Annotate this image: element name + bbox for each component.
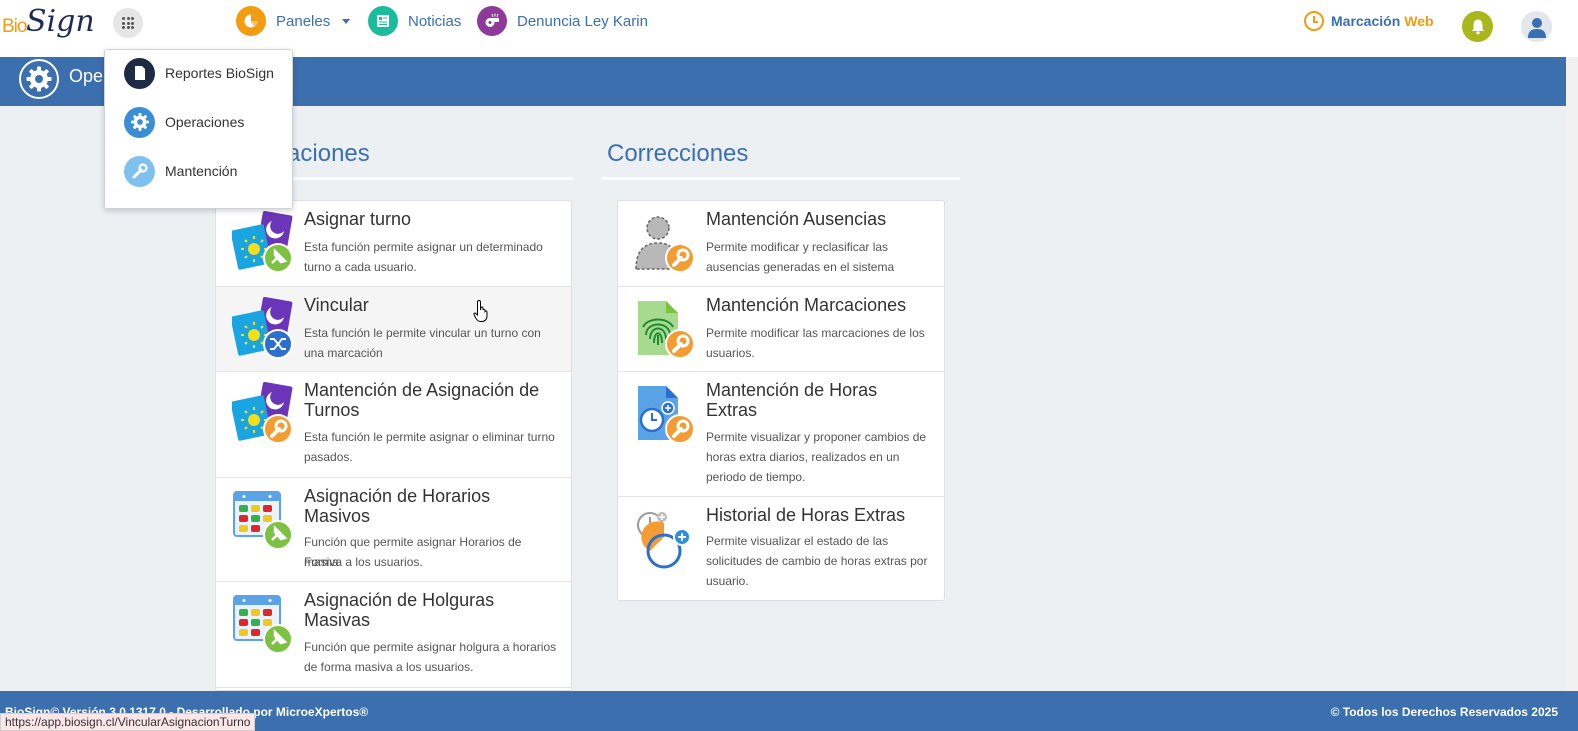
- shift-wrench-icon: [232, 382, 293, 444]
- item-desc: masiva a los usuarios.: [304, 555, 423, 569]
- nav-denuncia-label: Denuncia Ley Karin: [517, 12, 648, 30]
- item-desc: turno a cada usuario.: [304, 260, 417, 274]
- menu-item-mantencion-ausencias[interactable]: Mantención Ausencias Permite modificar y…: [618, 201, 944, 287]
- item-title: Mantención de Horas: [706, 380, 878, 400]
- biosign-logo[interactable]: Bio Sign: [2, 4, 98, 44]
- correcciones-card: Mantención Ausencias Permite modificar y…: [617, 200, 945, 601]
- menu-item-asignacion-horarios-masivos[interactable]: Asignación de Horarios Masivos Función q…: [216, 478, 571, 582]
- absent-user-wrench-icon: [635, 216, 695, 273]
- menu-item-label: Reportes BioSign: [165, 65, 274, 81]
- user-avatar-icon: [1527, 17, 1546, 38]
- item-title-cont: Turnos: [304, 400, 360, 420]
- wrench-icon: [124, 155, 155, 187]
- menu-item-label: Mantención: [165, 163, 238, 179]
- gear-icon: [19, 59, 59, 99]
- bell-icon: [1471, 19, 1484, 35]
- item-desc: pasados.: [304, 450, 353, 464]
- item-desc: Permite modificar las marcaciones de los: [706, 326, 925, 340]
- menu-item-asignacion-holguras-masivas[interactable]: Asignación de Holguras Masivas Función q…: [216, 582, 571, 688]
- item-desc: usuario.: [706, 574, 749, 588]
- nav-paneles[interactable]: Paneles: [236, 6, 351, 36]
- item-title-cont: Masivos: [304, 506, 371, 526]
- footer-copyright: © Todos los Derechos Reservados 2025: [1330, 705, 1558, 719]
- item-desc: Función que permite asignar holgura a ho…: [304, 640, 557, 654]
- menu-item-mantencion-horas-extras[interactable]: Mantención de Horas Extras Permite visua…: [618, 372, 944, 497]
- web-label: Web: [1404, 13, 1434, 29]
- menu-item-mantencion[interactable]: Mantención: [124, 155, 237, 187]
- clock-icon: [1304, 11, 1324, 31]
- item-title: Historial de Horas Extras: [706, 505, 906, 525]
- item-desc: Permite modificar y reclasificar las: [706, 240, 889, 254]
- item-desc: periodo de tiempo.: [706, 470, 806, 484]
- item-desc: Esta función permite asignar un determin…: [304, 240, 543, 254]
- item-title-cont: Masivas: [304, 610, 371, 630]
- menu-item-operaciones[interactable]: Operaciones: [124, 106, 244, 138]
- chevron-down-icon: [342, 18, 351, 24]
- newspaper-icon: [368, 6, 398, 36]
- menu-item-label: Operaciones: [165, 114, 245, 130]
- fingerprint-wrench-icon: [638, 301, 695, 359]
- menu-item-reportes-biosign[interactable]: Reportes BioSign: [124, 57, 274, 89]
- status-bar-url: https://app.biosign.cl/VincularAsignacio…: [0, 713, 256, 731]
- whistle-icon: [477, 6, 507, 36]
- calendar-pin-icon: [233, 491, 293, 550]
- hand-cursor-icon: [473, 299, 488, 322]
- item-title: Asignación de Holguras: [304, 590, 495, 610]
- item-desc: una marcación: [304, 346, 383, 360]
- user-menu-button[interactable]: [1521, 11, 1552, 42]
- asignaciones-card: Asignar turno Esta función permite asign…: [215, 200, 572, 691]
- item-title: Mantención Ausencias: [706, 209, 887, 229]
- item-title: Vincular: [304, 295, 369, 315]
- shift-link-icon: [232, 297, 293, 359]
- item-desc: usuarios.: [706, 346, 755, 360]
- item-desc: Esta función le permite asignar o elimin…: [304, 430, 555, 444]
- menu-item-historial-horas-extras[interactable]: Historial de Horas Extras Permite visual…: [618, 497, 944, 600]
- section-divider: [602, 177, 960, 180]
- apps-menu-button[interactable]: [113, 8, 143, 38]
- gear-icon: [124, 106, 155, 138]
- item-title: Mantención de Asignación de: [304, 380, 540, 400]
- nav-noticias-label: Noticias: [408, 12, 462, 30]
- document-icon: [124, 57, 155, 89]
- pie-chart-icon: [236, 6, 266, 36]
- section-title-correcciones: Correcciones: [607, 140, 749, 167]
- item-desc: Esta función le permite vincular un turn…: [304, 326, 541, 340]
- item-title: Asignación de Horarios: [304, 486, 491, 506]
- notifications-button[interactable]: [1462, 11, 1493, 42]
- nav-noticias[interactable]: Noticias: [368, 6, 461, 36]
- apps-dropdown-menu: Reportes BioSign Operaciones Mantención: [104, 49, 293, 209]
- item-desc: solicitudes de cambio de horas extras po…: [706, 554, 928, 568]
- item-desc: horas extra diarios, realizados en un: [706, 450, 900, 464]
- menu-item-mantencion-asignacion-turnos[interactable]: Mantención de Asignación de Turnos Esta …: [216, 372, 571, 478]
- marcacion-web-link[interactable]: Marcación Web: [1304, 11, 1434, 31]
- menu-item-vincular[interactable]: Vincular Esta función le permite vincula…: [216, 287, 571, 372]
- item-desc: ausencias generadas en el sistema: [706, 260, 895, 274]
- shift-pin-icon: [232, 211, 293, 273]
- calendar-pin-icon: [233, 595, 293, 654]
- item-title: Mantención Marcaciones: [706, 295, 907, 315]
- item-title-cont: Extras: [706, 400, 758, 420]
- grid-icon: [122, 17, 134, 29]
- logo-text-bio: Bio: [2, 16, 27, 37]
- item-desc: de forma masiva a los usuarios.: [304, 660, 474, 674]
- menu-item-mantencion-marcaciones[interactable]: Mantención Marcaciones Permite modificar…: [618, 287, 944, 372]
- scrollbar[interactable]: [1566, 57, 1578, 691]
- marcacion-label: Marcación: [1331, 13, 1401, 29]
- menu-item-asignar-turno[interactable]: Asignar turno Esta función permite asign…: [216, 201, 571, 287]
- logo-text-sign: Sign: [26, 4, 95, 39]
- nav-denuncia-ley-karin[interactable]: Denuncia Ley Karin: [477, 6, 648, 36]
- item-title: Asignar turno: [304, 209, 412, 229]
- nav-paneles-label: Paneles: [276, 12, 331, 30]
- clock-history-icon: [637, 512, 691, 569]
- item-desc: Permite visualizar y proponer cambios de: [706, 430, 927, 444]
- item-desc: Permite visualizar el estado de las: [706, 534, 889, 548]
- clock-file-wrench-icon: [638, 386, 695, 444]
